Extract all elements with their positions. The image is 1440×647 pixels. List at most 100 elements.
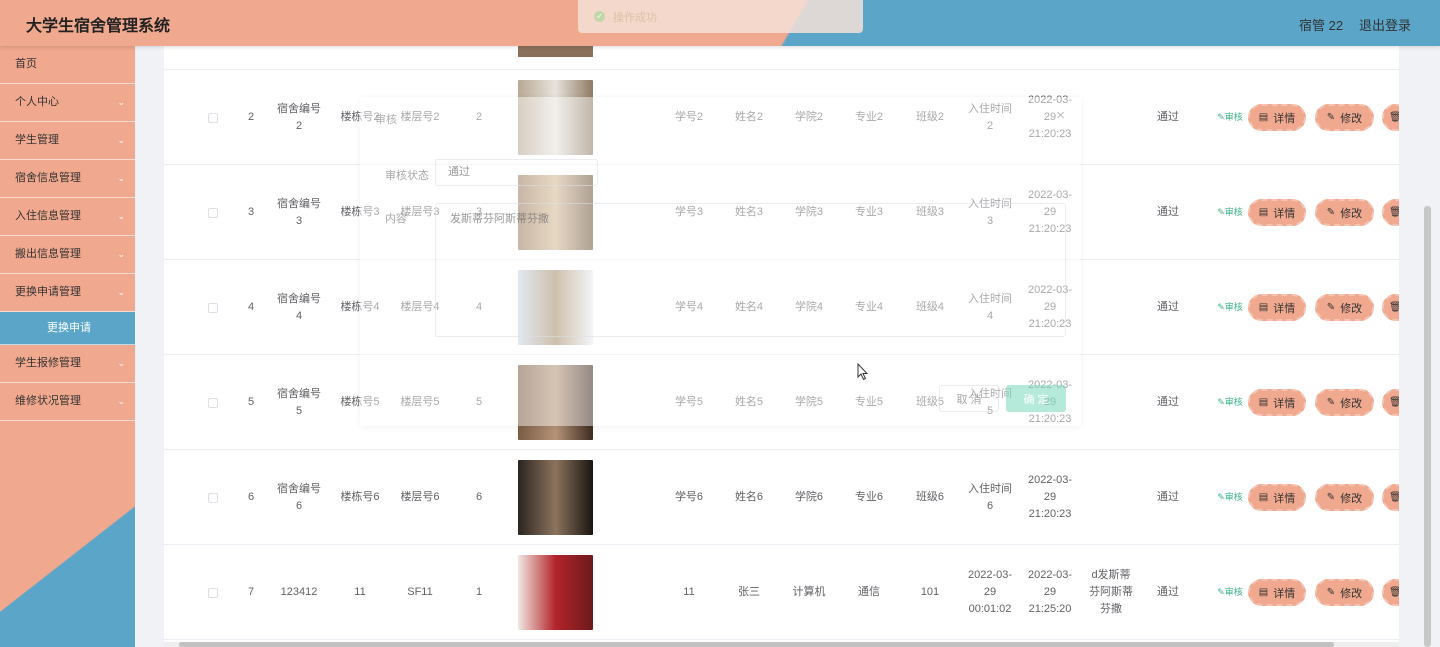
status-label: 审核状态	[385, 170, 429, 182]
success-toast: ✓ 操作成功	[578, 0, 863, 33]
row-checkbox[interactable]	[208, 112, 218, 123]
row-checkbox-cell	[203, 70, 223, 165]
detail-button[interactable]: ▤ 详情	[1248, 389, 1306, 416]
delete-button[interactable]: 🗑	[1382, 199, 1399, 226]
edit-button[interactable]: ✎ 修改	[1315, 294, 1374, 321]
edit-button-label: 修改	[1340, 492, 1363, 505]
delete-button[interactable]: 🗑	[1382, 104, 1399, 131]
cell-status: 通过	[1157, 301, 1179, 313]
delete-button[interactable]: 🗑	[1382, 579, 1399, 606]
sidebar-item[interactable]: 学生报修管理 ⌄	[0, 345, 135, 383]
cell-idx: 6	[247, 491, 255, 503]
edit-icon: ✎	[1326, 397, 1336, 408]
detail-button[interactable]: ▤ 详情	[1248, 484, 1306, 511]
delete-button[interactable]: 🗑	[1382, 389, 1399, 416]
row-checkbox-cell	[203, 355, 223, 450]
audit-link[interactable]: ✎ 审核	[1210, 260, 1250, 355]
sidebar-item[interactable]: 维修状况管理 ⌄	[0, 383, 135, 421]
delete-icon: 🗑	[1389, 302, 1399, 313]
edit-icon: ✎	[1326, 492, 1336, 503]
detail-button-label: 详情	[1273, 207, 1296, 220]
chevron-down-icon: ⌄	[117, 396, 125, 406]
audit-link[interactable]: ✎ 审核	[1210, 165, 1250, 260]
close-icon[interactable]: ×	[1056, 107, 1065, 124]
dorm-image-cell	[518, 450, 593, 545]
cell-college: 计算机	[792, 586, 826, 598]
cell-status: 通过	[1157, 206, 1179, 218]
audit-link[interactable]: ✎ 审核	[1210, 545, 1250, 640]
edit-button[interactable]: ✎ 修改	[1315, 104, 1374, 131]
cell-floor: SF11	[407, 586, 433, 598]
row-checkbox[interactable]	[208, 207, 218, 218]
edit-button[interactable]: ✎ 修改	[1315, 484, 1374, 511]
check-circle-icon: ✓	[594, 11, 605, 22]
app-title: 大学生宿舍管理系统	[26, 18, 171, 35]
sidebar-item[interactable]: 搬出信息管理 ⌄	[0, 236, 135, 274]
edit-pen-icon: ✎	[1217, 397, 1225, 407]
current-user: 宿管 22	[1299, 18, 1344, 33]
edit-button[interactable]: ✎ 修改	[1315, 199, 1374, 226]
edit-button-label: 修改	[1340, 397, 1363, 410]
cell-status: 通过	[1157, 111, 1179, 123]
edit-button[interactable]: ✎ 修改	[1315, 389, 1374, 416]
cell-dorm-no: 123412	[280, 586, 318, 598]
row-checkbox[interactable]	[208, 397, 218, 408]
sidebar-item[interactable]: 更换申请管理 ⌄	[0, 274, 135, 312]
edit-pen-icon: ✎	[1217, 587, 1225, 597]
sidebar-item[interactable]: 宿舍信息管理 ⌄	[0, 160, 135, 198]
dorm-image-cell	[518, 545, 593, 640]
table-row[interactable]: 6 宿舍编号6 楼栋号6 楼层号6 6 学号6 姓名6 学院6 专业6 班级6 入住时间6 2022-…	[164, 450, 1399, 545]
sidebar-item[interactable]: 首页	[0, 46, 135, 84]
logout-link[interactable]: 退出登录	[1359, 15, 1411, 34]
sidebar-item[interactable]: 入住信息管理 ⌄	[0, 198, 135, 236]
delete-button[interactable]: 🗑	[1382, 294, 1399, 321]
chevron-down-icon: ⌄	[117, 97, 125, 107]
detail-button[interactable]: ▤ 详情	[1248, 294, 1306, 321]
cell-idx: 4	[247, 301, 255, 313]
sidebar-item-label: 更换申请管理	[15, 286, 81, 298]
sidebar-item[interactable]: 个人中心 ⌄	[0, 84, 135, 122]
audit-link[interactable]: ✎ 审核	[1210, 355, 1250, 450]
detail-button[interactable]: ▤ 详情	[1248, 199, 1306, 226]
cell-dorm-no: 宿舍编号4	[277, 292, 321, 322]
vertical-scrollbar-thumb[interactable]	[1424, 206, 1431, 647]
table-row[interactable]: 7 123412 11 SF11 1 11 张三 计算机 通信 101 2022-03-29 00:…	[164, 545, 1399, 640]
cancel-button[interactable]: 取 消	[939, 385, 999, 412]
horizontal-scrollbar[interactable]	[164, 642, 1399, 647]
document-icon: ▤	[1258, 397, 1269, 408]
delete-icon: 🗑	[1389, 397, 1399, 408]
row-checkbox[interactable]	[208, 302, 218, 313]
confirm-button[interactable]: 确 定	[1006, 385, 1066, 412]
sidebar-subitem[interactable]: 更换申请	[0, 312, 135, 345]
cell-apply-time: 2022-03-29 21:25:20	[1027, 569, 1073, 615]
detail-button[interactable]: ▤ 详情	[1248, 579, 1306, 606]
cell-idx: 7	[247, 586, 255, 598]
row-checkbox[interactable]	[208, 492, 218, 503]
detail-button-label: 详情	[1273, 587, 1296, 600]
document-icon: ▤	[1258, 587, 1269, 598]
detail-button-label: 详情	[1273, 112, 1296, 125]
audit-link-label: 审核	[1224, 397, 1243, 407]
horizontal-scrollbar-thumb[interactable]	[179, 642, 1334, 647]
cell-dorm-no: 宿舍编号3	[277, 197, 321, 227]
cell-dorm-no: 宿舍编号6	[277, 482, 321, 512]
sidebar: 首页 个人中心 ⌄ 学生管理 ⌄ 宿舍信息管理 ⌄ 入住信息管理 ⌄ 搬出信息管理 ⌄ 更换申请管理 ⌄…	[0, 46, 135, 647]
audit-link[interactable]: ✎ 审核	[1210, 450, 1250, 545]
dorm-image	[518, 460, 593, 535]
cell-apply-time: 2022-03-29 21:20:23	[1027, 474, 1073, 520]
row-checkbox[interactable]	[208, 587, 218, 598]
edit-pen-icon: ✎	[1217, 492, 1225, 502]
sidebar-item[interactable]: 学生管理 ⌄	[0, 122, 135, 160]
content-textarea[interactable]: 发斯蒂芬阿斯蒂芬撒	[435, 203, 1066, 337]
detail-button[interactable]: ▤ 详情	[1248, 104, 1306, 131]
status-select[interactable]: 通过	[435, 159, 598, 186]
audit-link[interactable]: ✎ 审核	[1210, 70, 1250, 165]
dorm-image	[518, 555, 593, 630]
thumbnail-image	[518, 46, 593, 57]
delete-icon: 🗑	[1389, 207, 1399, 218]
edit-button[interactable]: ✎ 修改	[1315, 579, 1374, 606]
sidebar-item-label: 首页	[15, 58, 37, 70]
delete-button[interactable]: 🗑	[1382, 484, 1399, 511]
cell-major: 通信	[858, 586, 880, 598]
cell-student-no: 11	[683, 586, 695, 598]
